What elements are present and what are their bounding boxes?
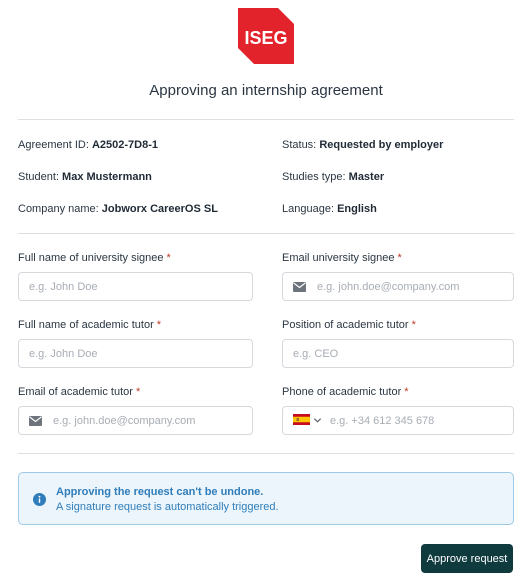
required-marker: *	[156, 319, 162, 331]
info-alert: Approving the request can't be undone. A…	[18, 472, 514, 525]
divider	[18, 119, 514, 120]
tutor-phone-label: Phone of academic tutor *	[282, 386, 409, 398]
tutor-phone-input[interactable]: e.g. +34 612 345 678	[282, 406, 514, 435]
student-label: Student:	[18, 171, 59, 183]
student: Student: Max Mustermann	[18, 171, 152, 183]
envelope-icon	[293, 280, 307, 294]
label-text: Email university signee	[282, 252, 395, 264]
agreement-id: Agreement ID: A2502-7D8-1	[18, 139, 158, 151]
agreement-id-label: Agreement ID:	[18, 139, 89, 151]
status-value: Requested by employer	[319, 139, 444, 151]
page-title: Approving an internship agreement	[149, 82, 383, 99]
info-icon	[33, 493, 46, 506]
placeholder: e.g. john.doe@company.com	[317, 280, 460, 293]
agreement-id-value: A2502-7D8-1	[91, 139, 159, 151]
company-value: Jobworx CareerOS SL	[101, 203, 218, 215]
chevron-down-icon	[313, 418, 322, 423]
status: Status: Requested by employer	[282, 139, 443, 151]
approve-request-button[interactable]: Approve request	[421, 544, 513, 573]
placeholder: e.g. CEO	[293, 347, 339, 360]
envelope-icon	[29, 414, 43, 428]
univ-signee-email-label: Email university signee *	[282, 252, 402, 264]
required-marker: *	[404, 386, 409, 398]
univ-signee-name-input[interactable]: e.g. John Doe	[18, 272, 253, 301]
placeholder: e.g. john.doe@company.com	[53, 414, 196, 427]
tutor-email-input[interactable]: e.g. john.doe@company.com	[18, 406, 253, 435]
label-text: Full name of academic tutor	[18, 319, 154, 331]
alert-title: Approving the request can't be undone.	[56, 486, 264, 498]
logo-text: ISEG	[244, 28, 287, 48]
studies-type-value: Master	[348, 171, 385, 183]
status-label: Status:	[282, 139, 317, 151]
iseg-logo: ISEG	[238, 8, 294, 64]
univ-signee-name-label: Full name of university signee *	[18, 252, 171, 264]
language: Language: English	[282, 203, 377, 215]
required-marker: *	[135, 386, 141, 398]
required-marker: *	[397, 252, 402, 264]
required-marker: *	[166, 252, 171, 264]
required-marker: *	[411, 319, 416, 331]
company-label: Company name:	[18, 203, 99, 215]
student-value: Max Mustermann	[62, 171, 152, 183]
placeholder: e.g. John Doe	[29, 347, 98, 360]
tutor-email-label: Email of academic tutor *	[18, 386, 140, 398]
alert-description: A signature request is automatically tri…	[56, 501, 279, 513]
univ-signee-email-input[interactable]: e.g. john.doe@company.com	[282, 272, 514, 301]
label-text: Phone of academic tutor	[282, 386, 402, 398]
studies-type-label: Studies type:	[282, 171, 346, 183]
tutor-position-input[interactable]: e.g. CEO	[282, 339, 514, 368]
company-name: Company name: Jobworx CareerOS SL	[18, 203, 218, 215]
placeholder: e.g. +34 612 345 678	[330, 414, 435, 427]
divider	[18, 453, 514, 454]
placeholder: e.g. John Doe	[29, 280, 98, 293]
language-label: Language:	[282, 203, 334, 215]
label-text: Position of academic tutor	[282, 319, 409, 331]
tutor-name-input[interactable]: e.g. John Doe	[18, 339, 253, 368]
label-text: Email of academic tutor	[18, 386, 133, 398]
label-text: Full name of university signee	[18, 252, 164, 264]
language-value: English	[337, 203, 377, 215]
studies-type: Studies type: Master	[282, 171, 384, 183]
tutor-name-label: Full name of academic tutor *	[18, 319, 161, 331]
divider	[18, 233, 514, 234]
tutor-position-label: Position of academic tutor *	[282, 319, 416, 331]
spain-flag-icon	[293, 413, 310, 428]
country-code-select[interactable]	[293, 413, 322, 428]
